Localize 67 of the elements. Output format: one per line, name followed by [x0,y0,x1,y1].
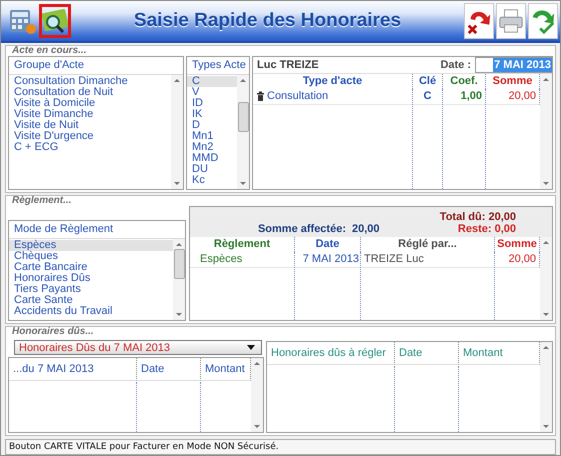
list-item[interactable]: C + ECG [9,142,171,153]
scrollbar[interactable] [251,358,263,432]
scrollbar[interactable] [540,342,552,432]
toolbar-button[interactable] [39,4,71,38]
list-item[interactable]: Honoraires Dûs [9,272,173,284]
table-cell: 7 MAI 2013 [295,252,361,268]
date-field[interactable]: 7 MAI 2013 [475,56,552,73]
amount-value: 20,00 [352,222,381,235]
column-header: Règlement [190,236,295,252]
scrollbar[interactable] [171,74,183,189]
table-cell: C [413,88,443,105]
list-item[interactable]: V [187,86,237,98]
trash-icon [256,91,265,101]
list-item[interactable]: MMD [187,152,237,164]
column-header: Réglé par... [361,236,495,252]
list-item[interactable]: Carte Bancaire [9,262,173,273]
column-header: ...du 7 MAI 2013 [9,358,137,382]
list-item[interactable]: DU [187,164,237,175]
list-item[interactable]: Espèces [9,240,173,251]
table-cell: Espèces [190,252,295,268]
table-cell: 1,00 [443,88,486,105]
list-item[interactable]: Visite D'urgence [9,130,171,142]
section-title: Règlement... [11,196,72,206]
column-header: Date [137,358,201,382]
table-cell: Consultation [253,88,413,105]
list-item[interactable]: Consultation de Nuit [9,86,171,98]
column-header: Honoraires dûs à régler [267,342,395,366]
column-header: Date [395,342,459,366]
section-title: Acte en cours... [11,46,86,56]
list-item[interactable]: D [187,120,237,131]
column-header: Type d'acte [253,74,413,89]
column-header: Date [295,236,361,252]
window-title: Saisie Rapide des Honoraires [132,10,402,32]
date-label: Date : [440,58,471,71]
toolbar-button[interactable] [528,2,558,39]
toolbar-button[interactable] [464,2,494,39]
list-item[interactable]: Accidents du Travail [9,306,173,317]
patient-name: Luc TREIZE [257,58,320,71]
card-magnifier-icon [41,6,69,35]
caret-icon [247,345,255,350]
list-item[interactable]: Mn2 [187,142,237,153]
column-header: Coef. [443,74,486,89]
list-item[interactable]: IK [187,108,237,120]
list-item[interactable]: C [187,76,237,87]
list-item[interactable]: Tiers Payants [9,284,173,295]
total-due: Total dû: 20,00 [440,210,516,223]
list-item[interactable]: Carte Sante [9,294,173,306]
scrollbar[interactable] [237,74,249,189]
list-item[interactable]: Visite Dimanche [9,108,171,120]
scrollbar[interactable] [173,238,185,320]
list-item[interactable]: Mn1 [187,130,237,142]
list-item[interactable]: Consultation Dimanche [9,76,171,87]
column-header: Clé [413,74,443,89]
list-item[interactable]: Kc [187,174,237,186]
dropdown[interactable]: Honoraires Dûs du 7 MAI 2013 [14,340,262,356]
list-item[interactable]: Visite de Nuit [9,120,171,131]
scrollbar[interactable] [540,74,552,189]
table-cell: TREIZE Luc [361,252,495,268]
list-header: Mode de Règlement [9,220,185,239]
list-item[interactable]: ID [187,98,237,109]
scrollbar[interactable] [540,236,552,320]
list-item[interactable]: Chèques [9,250,173,262]
list-item[interactable]: Visite à Domicile [9,98,171,109]
section-title: Honoraires dûs... [11,327,94,338]
remaining-amount: Reste: 0,00 [458,222,516,235]
amount-label: Somme affectée: [256,222,347,235]
status-bar: Bouton CARTE VITALE pour Facturer en Mode NON Sécurisé. [5,439,556,455]
